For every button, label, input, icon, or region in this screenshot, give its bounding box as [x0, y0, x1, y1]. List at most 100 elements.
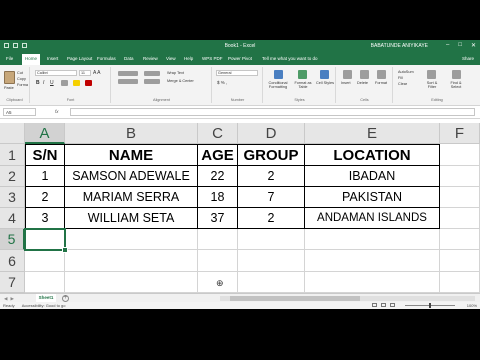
clear-button[interactable]: Clear: [398, 82, 407, 86]
horizontal-scrollbar[interactable]: [220, 296, 475, 301]
insert-cells-icon[interactable]: [343, 70, 352, 79]
tab-file[interactable]: File: [6, 56, 13, 61]
tab-formulas[interactable]: Formulas: [97, 56, 116, 61]
tab-wps-pdf[interactable]: WPS PDF: [202, 56, 223, 61]
grid-cell[interactable]: [65, 250, 198, 272]
format-as-table-icon[interactable]: [298, 70, 307, 79]
cut-button[interactable]: Cut: [17, 71, 28, 75]
grid-cell[interactable]: [305, 250, 440, 272]
grid-cell[interactable]: [238, 272, 305, 293]
cell-d1[interactable]: GROUP: [238, 144, 305, 166]
row-header-4[interactable]: 4: [0, 208, 25, 229]
conditional-formatting-button[interactable]: Conditional Formatting: [266, 81, 290, 89]
new-sheet-button[interactable]: +: [62, 295, 69, 302]
grid-cell[interactable]: [305, 272, 440, 293]
grid-cell[interactable]: [440, 229, 480, 250]
bold-button[interactable]: B: [36, 80, 40, 86]
tab-home[interactable]: Home: [22, 54, 41, 65]
cell-a2[interactable]: 1: [25, 166, 65, 187]
cell-e2[interactable]: IBADAN: [305, 166, 440, 187]
format-as-table-button[interactable]: Format as Table: [292, 81, 314, 89]
tell-me-search[interactable]: Tell me what you want to do: [262, 56, 318, 61]
column-header-f[interactable]: F: [440, 123, 480, 144]
grid-cell[interactable]: [440, 250, 480, 272]
tab-help[interactable]: Help: [184, 56, 193, 61]
user-name[interactable]: BABATUNDE ANIYIKAYE: [371, 43, 428, 49]
merge-center-button[interactable]: Merge & Center: [167, 79, 194, 83]
grid-cell[interactable]: [440, 272, 480, 293]
insert-cells-button[interactable]: Insert: [341, 81, 351, 85]
paste-icon[interactable]: [4, 71, 15, 84]
cell-e4[interactable]: ANDAMAN ISLANDS: [305, 208, 440, 229]
tab-data[interactable]: Data: [124, 56, 134, 61]
autosum-button[interactable]: AutoSum: [398, 70, 414, 74]
cell-b1[interactable]: NAME: [65, 144, 198, 166]
sort-filter-icon[interactable]: [427, 70, 436, 79]
currency-icon[interactable]: $ % ,: [217, 80, 227, 85]
grid-cell[interactable]: [440, 187, 480, 208]
minimize-button[interactable]: –: [446, 42, 449, 49]
grid-cell[interactable]: [25, 250, 65, 272]
accessibility-status[interactable]: Accessibility: Good to go: [22, 303, 66, 308]
close-button[interactable]: ✕: [471, 42, 476, 49]
cell-styles-button[interactable]: Cell Styles: [316, 81, 334, 85]
column-header-b[interactable]: B: [65, 123, 198, 144]
cell-c2[interactable]: 22: [198, 166, 238, 187]
font-name-select[interactable]: Calibri: [35, 70, 77, 76]
normal-view-icon[interactable]: [372, 303, 377, 307]
font-size-select[interactable]: 11: [79, 70, 91, 76]
row-header-7[interactable]: 7: [0, 272, 25, 293]
row-header-1[interactable]: 1: [0, 144, 25, 166]
row-header-3[interactable]: 3: [0, 187, 25, 208]
cell-d2[interactable]: 2: [238, 166, 305, 187]
maximize-button[interactable]: □: [458, 42, 462, 49]
copy-button[interactable]: Copy: [17, 77, 28, 81]
grid-cell[interactable]: [440, 144, 480, 166]
row-header-5[interactable]: 5: [0, 229, 25, 250]
borders-icon[interactable]: [61, 80, 68, 86]
orientation-icon[interactable]: [144, 71, 160, 76]
font-color-icon[interactable]: [85, 80, 92, 86]
select-all-button[interactable]: [0, 123, 25, 144]
horizontal-align-icon[interactable]: [118, 79, 138, 84]
grid-cell[interactable]: [65, 272, 198, 293]
grid-cell[interactable]: [198, 250, 238, 272]
page-layout-view-icon[interactable]: [381, 303, 386, 307]
format-cells-button[interactable]: Format: [375, 81, 387, 85]
column-header-e[interactable]: E: [305, 123, 440, 144]
tab-view[interactable]: View: [166, 56, 176, 61]
cell-c1[interactable]: AGE: [198, 144, 238, 166]
cell-d3[interactable]: 7: [238, 187, 305, 208]
row-header-6[interactable]: 6: [0, 250, 25, 272]
find-select-icon[interactable]: [452, 70, 461, 79]
vertical-align-icon[interactable]: [118, 71, 138, 76]
format-cells-icon[interactable]: [377, 70, 386, 79]
grid-cell[interactable]: [238, 250, 305, 272]
row-header-2[interactable]: 2: [0, 166, 25, 187]
underline-button[interactable]: U: [50, 80, 54, 86]
cell-b3[interactable]: MARIAM SERRA: [65, 187, 198, 208]
name-box[interactable]: A5: [3, 108, 36, 116]
cell-a4[interactable]: 3: [25, 208, 65, 229]
indent-icon[interactable]: [144, 79, 160, 84]
conditional-formatting-icon[interactable]: [274, 70, 283, 79]
grid-cell[interactable]: [238, 229, 305, 250]
tab-insert[interactable]: Insert: [47, 56, 58, 61]
cell-e1[interactable]: LOCATION: [305, 144, 440, 166]
cell-d4[interactable]: 2: [238, 208, 305, 229]
italic-button[interactable]: I: [43, 80, 44, 86]
fx-icon[interactable]: fx: [55, 109, 59, 114]
cell-a1[interactable]: S/N: [25, 144, 65, 166]
scrollbar-thumb[interactable]: [230, 296, 360, 301]
grid-cell[interactable]: [440, 166, 480, 187]
delete-cells-button[interactable]: Delete: [357, 81, 368, 85]
sort-filter-button[interactable]: Sort & Filter: [422, 81, 442, 89]
page-break-view-icon[interactable]: [390, 303, 395, 307]
delete-cells-icon[interactable]: [360, 70, 369, 79]
grid-cell[interactable]: [198, 229, 238, 250]
grid-cell[interactable]: [25, 272, 65, 293]
cell-b2[interactable]: SAMSON ADEWALE: [65, 166, 198, 187]
find-select-button[interactable]: Find & Select: [446, 81, 466, 89]
wrap-text-button[interactable]: Wrap Text: [167, 71, 184, 75]
column-header-d[interactable]: D: [238, 123, 305, 144]
